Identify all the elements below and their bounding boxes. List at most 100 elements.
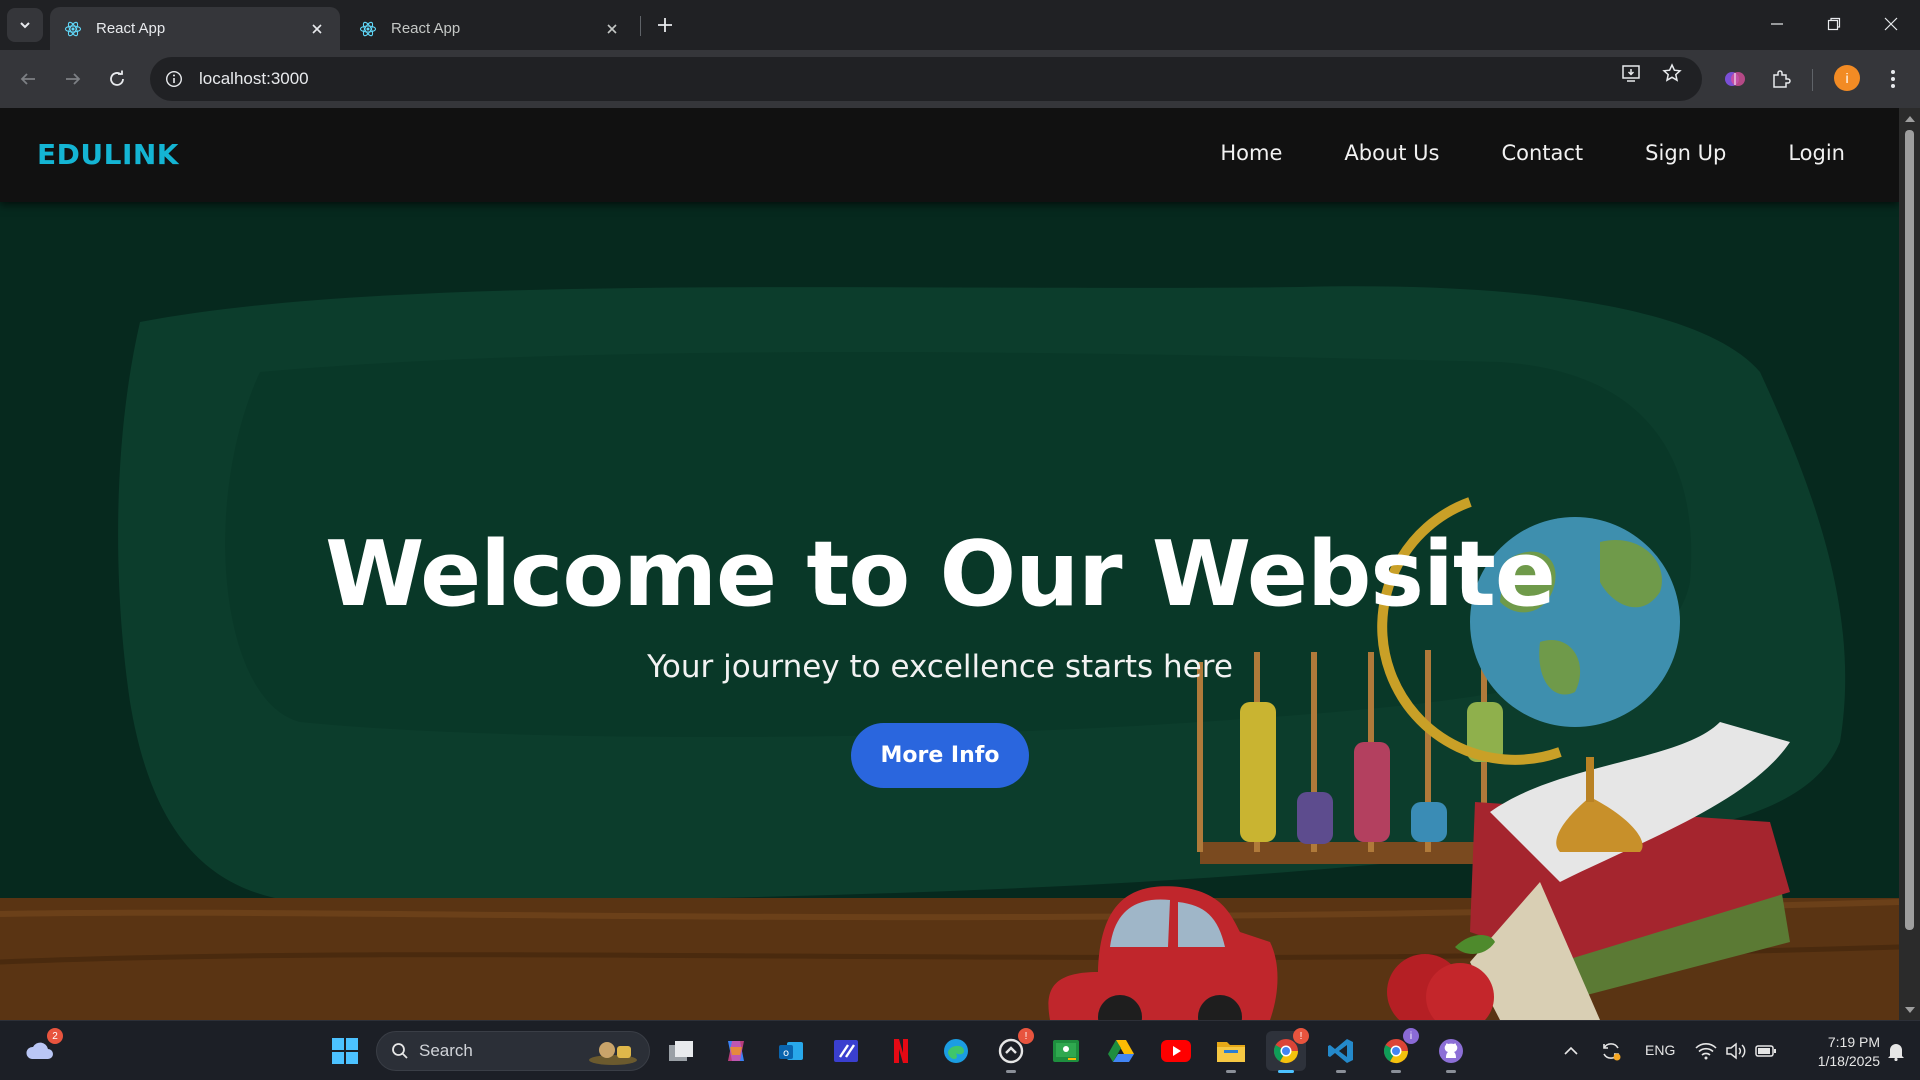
tab-divider xyxy=(640,16,641,36)
taskbar-app-copilot[interactable] xyxy=(716,1031,756,1071)
taskbar-app-chrome-profile[interactable]: i xyxy=(1376,1028,1419,1073)
taskbar-app-github-desktop[interactable]: ! xyxy=(991,1028,1034,1073)
nav-link-home[interactable]: Home xyxy=(1220,141,1282,165)
taskbar-app-outlook[interactable]: o xyxy=(771,1031,811,1071)
bell-icon xyxy=(1888,1044,1904,1061)
quick-settings-button[interactable] xyxy=(1688,1031,1784,1071)
github-icon xyxy=(1439,1039,1463,1063)
site-navbar: EDULINK Home About Us Contact Sign Up Lo… xyxy=(0,108,1899,202)
search-highlight-icon xyxy=(589,1042,637,1065)
notification-badge: ! xyxy=(1018,1028,1034,1044)
svg-text:o: o xyxy=(783,1048,789,1059)
close-icon xyxy=(1884,17,1898,31)
taskbar-app-google-drive[interactable] xyxy=(1101,1031,1141,1071)
battery-icon xyxy=(1755,1045,1776,1057)
arrow-right-icon xyxy=(66,73,81,85)
task-view-button[interactable] xyxy=(661,1031,701,1071)
page-scrollbar[interactable] xyxy=(1899,108,1920,1020)
notification-badge: ! xyxy=(1293,1028,1309,1044)
restore-icon xyxy=(1827,17,1841,31)
more-vert-icon xyxy=(1891,70,1895,88)
star-icon xyxy=(1662,63,1682,82)
brand-logo[interactable]: EDULINK xyxy=(37,138,179,171)
nav-link-contact[interactable]: Contact xyxy=(1501,141,1583,165)
google-drive-icon xyxy=(1108,1040,1134,1062)
taskbar-search[interactable]: Search xyxy=(376,1031,650,1071)
taskbar-app-teams[interactable] xyxy=(826,1031,866,1071)
taskbar-app-edge[interactable] xyxy=(936,1031,976,1071)
nav-link-sign-up[interactable]: Sign Up xyxy=(1645,141,1726,165)
chevron-up-icon xyxy=(1564,1046,1578,1055)
scrollbar-thumb[interactable] xyxy=(1905,130,1914,930)
site-info-icon[interactable] xyxy=(161,66,187,92)
close-tab-icon[interactable] xyxy=(306,18,328,40)
profile-badge: i xyxy=(1403,1028,1419,1044)
scroll-up-icon[interactable] xyxy=(1904,113,1915,124)
search-label: Search xyxy=(419,1041,473,1060)
language-indicator[interactable]: ENG xyxy=(1645,1042,1675,1058)
ai-extension-button[interactable] xyxy=(1717,61,1753,97)
new-tab-button[interactable] xyxy=(651,11,679,39)
brain-icon xyxy=(1725,72,1745,86)
taskbar-app-github[interactable] xyxy=(1431,1031,1471,1073)
address-bar[interactable]: localhost:3000 xyxy=(150,57,1702,101)
tab-strip: React App React App xyxy=(0,0,1920,50)
close-window-button[interactable] xyxy=(1862,0,1920,48)
tab-react-app-2[interactable]: React App xyxy=(345,7,635,50)
menu-button[interactable] xyxy=(1875,61,1911,97)
clock[interactable]: 7:19 PM 1/18/2025 xyxy=(1790,1031,1880,1071)
extensions-button[interactable] xyxy=(1763,61,1799,97)
teams-icon xyxy=(834,1040,858,1062)
scroll-down-icon[interactable] xyxy=(1904,1004,1915,1015)
folder-icon xyxy=(1217,1042,1245,1062)
nav-link-login[interactable]: Login xyxy=(1788,141,1845,165)
taskbar-app-chrome[interactable]: ! xyxy=(1266,1028,1309,1073)
back-button[interactable] xyxy=(10,61,46,97)
tab-react-app-1[interactable]: React App xyxy=(50,7,340,50)
install-app-button[interactable] xyxy=(1617,59,1645,87)
weather-widget[interactable]: 2 xyxy=(20,1028,63,1071)
close-tab-icon[interactable] xyxy=(601,18,623,40)
nav-links: Home About Us Contact Sign Up Login xyxy=(1220,141,1845,165)
nav-link-about-us[interactable]: About Us xyxy=(1344,141,1439,165)
running-indicator xyxy=(1446,1070,1456,1073)
youtube-icon xyxy=(1161,1040,1191,1062)
toolbar-separator xyxy=(1812,69,1813,91)
hero-content: Welcome to Our Website Your journey to e… xyxy=(0,522,1880,788)
running-indicator xyxy=(1006,1070,1016,1073)
show-hidden-icons-button[interactable] xyxy=(1551,1031,1591,1071)
notifications-button[interactable] xyxy=(1880,1031,1912,1071)
reload-button[interactable] xyxy=(99,61,135,97)
taskbar-app-youtube[interactable] xyxy=(1156,1031,1196,1071)
avatar[interactable]: i xyxy=(1834,65,1860,91)
reload-icon xyxy=(110,70,124,86)
start-button[interactable] xyxy=(325,1031,365,1071)
taskbar-app-file-explorer[interactable] xyxy=(1211,1031,1251,1073)
weather-badge: 2 xyxy=(47,1028,63,1044)
plus-icon xyxy=(658,18,672,32)
sync-icon xyxy=(1603,1043,1621,1061)
windows-icon xyxy=(332,1038,358,1064)
taskbar-app-vscode[interactable] xyxy=(1321,1031,1361,1073)
taskbar-app-netflix[interactable] xyxy=(881,1031,921,1071)
bookmark-button[interactable] xyxy=(1658,59,1686,87)
minimize-icon xyxy=(1771,23,1783,25)
forward-button[interactable] xyxy=(55,61,91,97)
tab-search-button[interactable] xyxy=(7,8,43,42)
hero-subtitle: Your journey to excellence starts here xyxy=(647,649,1233,685)
url-text: localhost:3000 xyxy=(199,69,309,88)
chevron-down-icon xyxy=(20,22,30,29)
page-viewport: EDULINK Home About Us Contact Sign Up Lo… xyxy=(0,108,1899,1020)
volume-icon xyxy=(1726,1042,1746,1060)
clock-time: 7:19 PM xyxy=(1827,1033,1880,1050)
restore-button[interactable] xyxy=(1805,0,1863,48)
taskbar-app-google-classroom[interactable] xyxy=(1046,1031,1086,1071)
more-info-button[interactable]: More Info xyxy=(850,723,1030,788)
netflix-icon xyxy=(894,1039,908,1063)
minimize-button[interactable] xyxy=(1748,0,1806,48)
sync-tray-button[interactable] xyxy=(1591,1031,1631,1071)
vscode-icon xyxy=(1328,1039,1353,1063)
clock-date: 1/18/2025 xyxy=(1817,1052,1880,1069)
task-view-icon xyxy=(669,1041,693,1061)
react-icon xyxy=(64,21,82,36)
